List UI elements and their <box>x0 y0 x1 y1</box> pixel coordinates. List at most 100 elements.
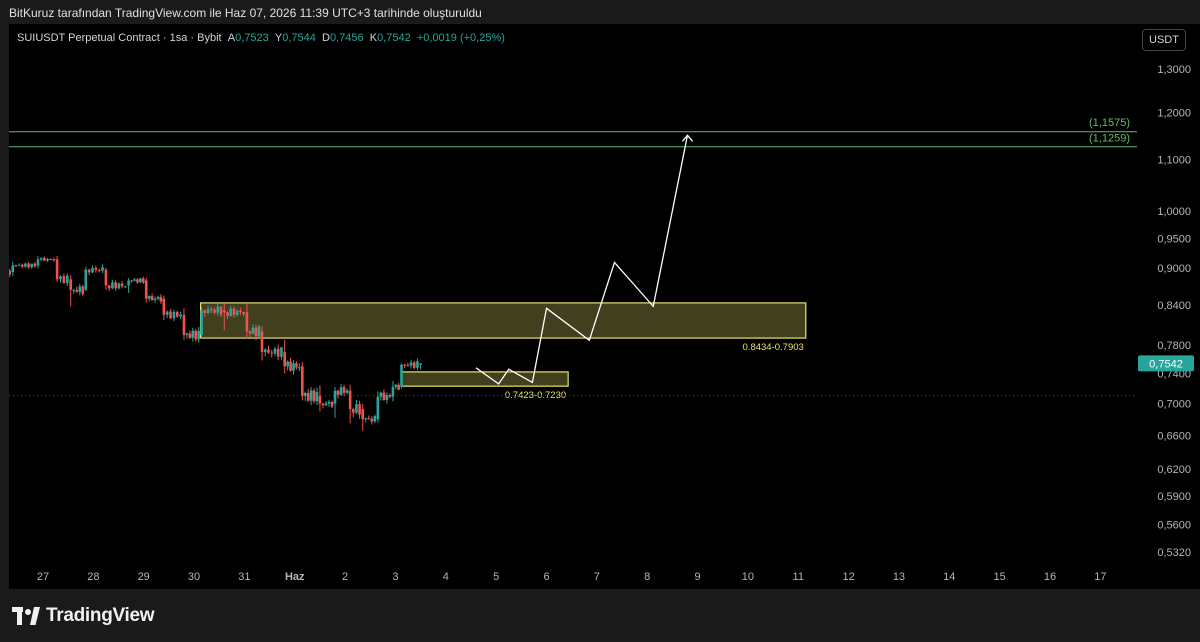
candle[interactable] <box>72 289 76 291</box>
candle[interactable] <box>156 297 160 299</box>
candle[interactable] <box>91 267 94 273</box>
candle[interactable] <box>239 310 242 312</box>
candle[interactable] <box>370 418 374 422</box>
candle[interactable] <box>136 279 139 283</box>
candle[interactable] <box>159 297 163 302</box>
candle[interactable] <box>382 392 386 400</box>
candle[interactable] <box>188 333 192 338</box>
candle[interactable] <box>351 409 355 413</box>
candle[interactable] <box>286 361 289 367</box>
candle[interactable] <box>270 352 274 354</box>
candle[interactable] <box>321 403 325 406</box>
candle[interactable] <box>111 282 114 289</box>
candle[interactable] <box>235 310 239 315</box>
candle[interactable] <box>219 306 223 315</box>
candle[interactable] <box>39 257 43 260</box>
candle[interactable] <box>120 283 124 287</box>
tradingview-brand[interactable]: TradingView <box>12 605 155 627</box>
candle[interactable] <box>339 387 343 395</box>
candle[interactable] <box>43 257 46 261</box>
candle[interactable] <box>245 312 249 332</box>
candle[interactable] <box>127 280 130 286</box>
candle[interactable] <box>348 390 352 410</box>
symbol-name[interactable]: SUIUSDT Perpetual Contract · 1sa · Bybit <box>17 32 222 44</box>
candle[interactable] <box>257 326 261 337</box>
candle[interactable] <box>409 362 413 366</box>
candle[interactable] <box>210 309 213 311</box>
candle[interactable] <box>254 327 258 337</box>
candle[interactable] <box>406 365 410 367</box>
support-resistance-zone[interactable] <box>199 302 807 339</box>
candle[interactable] <box>114 282 117 289</box>
candle[interactable] <box>309 390 313 401</box>
candle[interactable] <box>169 311 172 319</box>
candle[interactable] <box>229 308 233 316</box>
candlestick-chart[interactable]: (1,1575) (1,1259) 0.8434-0.7903 0.7423-0.72… <box>9 24 1200 589</box>
candle[interactable] <box>373 416 377 422</box>
candle[interactable] <box>361 409 365 420</box>
candle[interactable] <box>330 402 334 407</box>
candle[interactable] <box>280 347 283 357</box>
candle[interactable] <box>379 392 383 397</box>
candle[interactable] <box>107 285 111 289</box>
candle[interactable] <box>133 279 136 281</box>
candle[interactable] <box>364 418 368 420</box>
candle[interactable] <box>94 267 98 270</box>
candle[interactable] <box>144 280 148 299</box>
candle[interactable] <box>242 311 245 315</box>
candle[interactable] <box>87 269 91 273</box>
candle[interactable] <box>130 280 133 282</box>
candle[interactable] <box>213 309 216 313</box>
candle[interactable] <box>289 361 292 371</box>
candle[interactable] <box>226 312 229 316</box>
candle[interactable] <box>276 348 280 357</box>
candle[interactable] <box>36 259 40 266</box>
projection-path[interactable] <box>475 135 689 385</box>
candle[interactable] <box>312 390 316 402</box>
candle[interactable] <box>124 286 127 288</box>
candle[interactable] <box>165 311 169 315</box>
candle[interactable] <box>283 352 286 367</box>
candle[interactable] <box>162 298 166 315</box>
candle[interactable] <box>33 263 37 267</box>
candle[interactable] <box>216 306 220 313</box>
candle[interactable] <box>263 349 267 353</box>
candle[interactable] <box>172 311 176 319</box>
candle[interactable] <box>251 327 255 334</box>
candle[interactable] <box>62 276 66 284</box>
candle[interactable] <box>139 278 142 283</box>
candle[interactable] <box>117 283 121 289</box>
candle[interactable] <box>315 392 319 402</box>
candle[interactable] <box>298 367 301 369</box>
candle[interactable] <box>49 259 53 261</box>
candle[interactable] <box>97 269 101 271</box>
candle[interactable] <box>153 298 157 301</box>
candle[interactable] <box>69 279 72 290</box>
candle[interactable] <box>336 390 340 395</box>
candle[interactable] <box>55 259 59 280</box>
candle[interactable] <box>385 395 389 400</box>
candle[interactable] <box>185 333 189 335</box>
candle[interactable] <box>358 404 361 415</box>
candle[interactable] <box>84 269 88 290</box>
candle[interactable] <box>52 259 56 261</box>
currency-button[interactable]: USDT <box>1142 29 1186 51</box>
chart-area[interactable]: (1,1575) (1,1259) 0.8434-0.7903 0.7423-0.72… <box>9 24 1200 589</box>
candle[interactable] <box>150 296 154 301</box>
candle[interactable] <box>147 296 151 299</box>
candle[interactable] <box>295 363 298 368</box>
candle[interactable] <box>400 364 403 387</box>
candle[interactable] <box>318 395 322 404</box>
candle[interactable] <box>141 278 145 283</box>
candle[interactable] <box>260 331 264 353</box>
candle[interactable] <box>327 402 331 404</box>
candle[interactable] <box>194 330 198 340</box>
candle[interactable] <box>232 308 236 315</box>
candle[interactable] <box>267 349 270 353</box>
candle[interactable] <box>182 314 186 335</box>
candle[interactable] <box>46 259 49 261</box>
candle[interactable] <box>412 362 416 368</box>
candle[interactable] <box>179 314 182 317</box>
candle[interactable] <box>394 384 398 387</box>
candle[interactable] <box>342 387 346 393</box>
